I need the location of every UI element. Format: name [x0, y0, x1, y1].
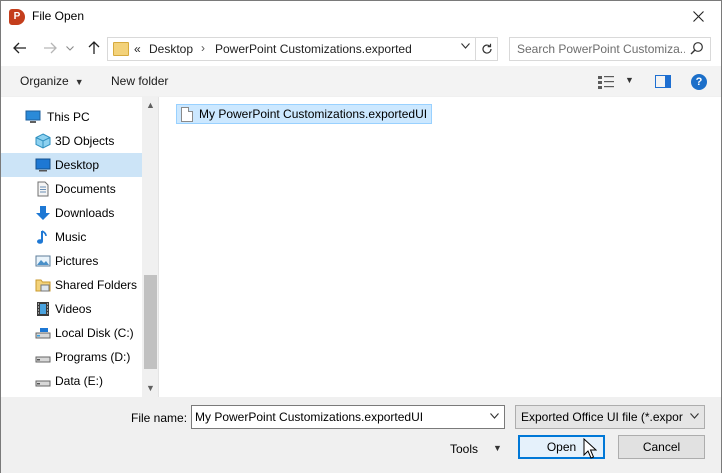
- file-type-select[interactable]: Exported Office UI file (*.exportedUI): [515, 405, 705, 429]
- tools-label: Tools: [450, 442, 479, 456]
- sidebar-item-label: Desktop: [55, 158, 100, 172]
- sidebar-item-3d-objects[interactable]: 3D Objects: [1, 129, 142, 153]
- help-icon[interactable]: ?: [691, 74, 707, 90]
- disk-icon: [35, 380, 51, 387]
- sidebar-item-desktop[interactable]: Desktop: [1, 153, 142, 177]
- file-name-field[interactable]: My PowerPoint Customizations.exportedUI: [191, 405, 505, 429]
- sidebar-item-label: Data (E:): [55, 374, 104, 388]
- search-input[interactable]: Search PowerPoint Customiza...: [517, 42, 685, 56]
- forward-arrow-icon: [44, 42, 57, 54]
- navigation-bar: « Desktop › PowerPoint Customizations.ex…: [1, 32, 721, 66]
- folder-icon: [113, 42, 129, 56]
- tools-menu-button[interactable]: Tools ▼: [444, 437, 510, 461]
- sidebar-item-label: Downloads: [55, 206, 115, 220]
- back-arrow-icon: [13, 42, 26, 54]
- sidebar-item-label: This PC: [47, 110, 90, 124]
- cancel-button[interactable]: Cancel: [618, 435, 705, 459]
- video-icon: [37, 302, 49, 316]
- organize-label: Organize: [20, 74, 69, 88]
- command-bar: Organize ▼ New folder ▼ ?: [1, 66, 721, 97]
- refresh-button[interactable]: [475, 38, 497, 60]
- chevron-down-icon: [66, 45, 74, 51]
- sidebar-item-this-pc[interactable]: This PC: [1, 105, 142, 129]
- file-icon: [181, 107, 193, 122]
- sidebar-item-local-disk-c[interactable]: Local Disk (C:): [1, 321, 142, 345]
- download-arrow-icon: [36, 206, 50, 220]
- shared-folder-icon: [35, 279, 51, 292]
- organize-menu[interactable]: Organize ▼: [20, 74, 84, 88]
- sidebar-scrollbar[interactable]: ▲ ▼: [142, 97, 158, 397]
- address-overflow[interactable]: «: [134, 42, 141, 56]
- search-box[interactable]: Search PowerPoint Customiza...: [509, 37, 711, 61]
- navigation-pane: This PC 3D Objects Desktop Documents Dow…: [1, 97, 159, 397]
- close-icon: [692, 11, 704, 22]
- caret-down-icon: ▼: [74, 77, 84, 87]
- picture-icon: [35, 255, 51, 267]
- document-icon: [37, 181, 49, 197]
- sidebar-item-label: Local Disk (C:): [55, 326, 134, 340]
- powerpoint-app-icon: P: [9, 9, 25, 25]
- sidebar-item-label: Programs (D:): [55, 350, 131, 364]
- caret-down-icon: ▼: [493, 443, 502, 453]
- address-dropdown-button[interactable]: [458, 41, 472, 52]
- up-button[interactable]: [83, 38, 105, 58]
- file-open-dialog: P File Open « Desktop › PowerPoint Custo…: [0, 0, 722, 473]
- file-type-value: Exported Office UI file (*.exportedUI): [521, 410, 683, 424]
- breadcrumb-separator[interactable]: ›: [201, 41, 205, 55]
- chevron-down-icon: [690, 411, 699, 421]
- sidebar-item-label: Pictures: [55, 254, 99, 268]
- bottom-panel: File name: My PowerPoint Customizations.…: [1, 397, 721, 473]
- breadcrumb-current-folder[interactable]: PowerPoint Customizations.exported: [215, 42, 412, 56]
- up-arrow-icon: [88, 41, 100, 54]
- forward-button[interactable]: [39, 38, 61, 58]
- file-name: My PowerPoint Customizations.exportedUI: [199, 107, 428, 121]
- scroll-down-icon[interactable]: ▼: [142, 380, 158, 397]
- sidebar-item-documents[interactable]: Documents: [1, 177, 142, 201]
- sidebar-item-shared-folders[interactable]: Shared Folders: [1, 273, 142, 297]
- sidebar-item-videos[interactable]: Videos: [1, 297, 142, 321]
- music-note-icon: [37, 230, 47, 244]
- view-options-icon[interactable]: [598, 75, 614, 89]
- sidebar-item-label: Documents: [55, 182, 116, 196]
- sidebar-item-label: 3D Objects: [55, 134, 115, 148]
- back-button[interactable]: [9, 38, 31, 58]
- sidebar-item-data-e[interactable]: Data (E:): [1, 369, 142, 393]
- disk-icon: [35, 328, 51, 339]
- preview-pane-icon[interactable]: [655, 75, 671, 88]
- sidebar-item-programs-d[interactable]: Programs (D:): [1, 345, 142, 369]
- sidebar-item-label: Music: [55, 230, 87, 244]
- scroll-up-icon[interactable]: ▲: [142, 97, 158, 114]
- file-list[interactable]: My PowerPoint Customizations.exportedUI: [160, 97, 721, 397]
- sidebar-item-music[interactable]: Music: [1, 225, 142, 249]
- chevron-down-icon: [460, 43, 470, 49]
- chevron-down-icon[interactable]: [490, 411, 499, 421]
- search-icon: [690, 42, 703, 55]
- address-bar[interactable]: « Desktop › PowerPoint Customizations.ex…: [107, 37, 498, 61]
- breadcrumb-desktop[interactable]: Desktop: [149, 42, 193, 56]
- close-button[interactable]: [675, 1, 721, 32]
- pc-icon: [25, 110, 41, 123]
- file-name-value[interactable]: My PowerPoint Customizations.exportedUI: [195, 410, 423, 424]
- file-item-selected[interactable]: My PowerPoint Customizations.exportedUI: [176, 104, 433, 124]
- file-name-label: File name:: [131, 411, 188, 425]
- sidebar-item-pictures[interactable]: Pictures: [1, 249, 142, 273]
- view-options-dropdown[interactable]: ▼: [625, 75, 634, 85]
- mouse-cursor-icon: [583, 438, 597, 459]
- disk-icon: [35, 356, 51, 363]
- refresh-icon: [481, 43, 492, 54]
- sidebar-item-label: Videos: [55, 302, 92, 316]
- recent-locations-button[interactable]: [63, 38, 77, 58]
- window-title: File Open: [32, 9, 85, 23]
- desktop-icon: [35, 158, 51, 172]
- title-bar: P File Open: [1, 1, 721, 32]
- sidebar-item-downloads[interactable]: Downloads: [1, 201, 142, 225]
- new-folder-button[interactable]: New folder: [111, 74, 168, 88]
- cube-icon: [35, 133, 51, 149]
- sidebar-item-label: Shared Folders: [55, 278, 138, 292]
- scrollbar-thumb[interactable]: [144, 275, 157, 369]
